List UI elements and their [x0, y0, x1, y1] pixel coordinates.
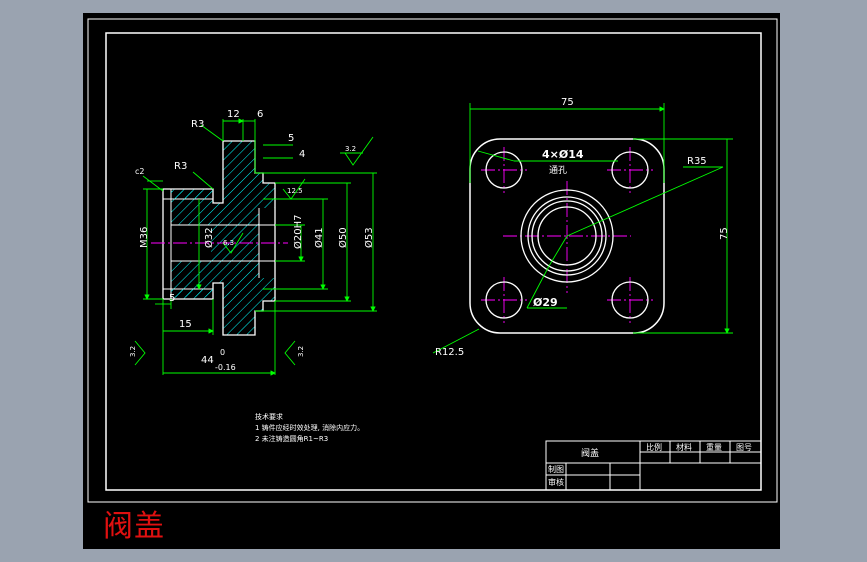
- roughness-6-3: 6.3: [223, 239, 234, 247]
- dim-d29: Ø29: [533, 296, 558, 309]
- dim-d32: Ø32: [203, 227, 215, 248]
- front-view: 75 75 4×Ø14 通孔 R35 Ø29 R12.5: [432, 97, 733, 358]
- dim-44-lower-tol: -0.16: [215, 363, 236, 372]
- notes-line-2: 2 未注铸造圆角R1~R3: [255, 434, 328, 443]
- roughness-3-2-left: 3.2: [129, 346, 137, 357]
- drawing-sheet: 12 6 5 4 R3 R3 c2 M36 Ø32 Ø20H7 Ø41 Ø50 …: [83, 13, 780, 549]
- dim-height-75: 75: [719, 227, 730, 240]
- dim-5-bottom: 5: [169, 293, 175, 304]
- roughness-3-2-right: 3.2: [297, 346, 305, 357]
- title-material: 材料: [676, 442, 692, 452]
- title-part-name: 阀盖: [581, 447, 599, 459]
- dim-r3-mid: R3: [174, 161, 187, 172]
- title-drawn: 制图: [548, 464, 564, 474]
- dim-d20h7: Ø20H7: [292, 215, 304, 249]
- dim-d41: Ø41: [313, 227, 325, 248]
- dim-thru: 通孔: [549, 165, 567, 176]
- notes-heading: 技术要求: [255, 412, 283, 421]
- title-weight: 重量: [706, 442, 722, 452]
- dim-width-75: 75: [561, 97, 574, 108]
- dim-15: 15: [179, 319, 192, 330]
- roughness-3-2-top: 3.2: [345, 145, 356, 153]
- dim-12: 12: [227, 109, 240, 120]
- dim-44-upper-tol: 0: [220, 348, 225, 357]
- dim-5-top: 5: [288, 133, 294, 144]
- title-drawing-no: 图号: [736, 443, 752, 452]
- title-ratio: 比例: [646, 442, 662, 452]
- dim-44: 44: [201, 355, 214, 366]
- dim-c2: c2: [135, 167, 145, 176]
- title-checked: 审核: [548, 477, 564, 487]
- side-view: 12 6 5 4 R3 R3 c2 M36 Ø32 Ø20H7 Ø41 Ø50 …: [129, 109, 377, 376]
- dim-r12-5: R12.5: [435, 347, 464, 358]
- notes-line-1: 1 铸件应经时效处理, 消除内应力。: [255, 423, 364, 432]
- cad-drawing: 12 6 5 4 R3 R3 c2 M36 Ø32 Ø20H7 Ø41 Ø50 …: [87, 18, 778, 503]
- tech-notes: 技术要求 1 铸件应经时效处理, 消除内应力。 2 未注铸造圆角R1~R3: [255, 412, 364, 443]
- dim-4: 4: [299, 149, 305, 160]
- dim-4x14: 4×Ø14: [542, 148, 584, 161]
- dim-d50: Ø50: [337, 227, 349, 248]
- dim-d53: Ø53: [363, 227, 375, 248]
- dim-r3-top: R3: [191, 119, 204, 130]
- dim-r35: R35: [687, 156, 707, 167]
- dim-m36: M36: [139, 227, 150, 248]
- roughness-12-5: 12.5: [287, 187, 303, 195]
- dim-6: 6: [257, 109, 263, 120]
- overlay-title: 阀盖: [103, 509, 165, 544]
- title-block: 阀盖 比例 材料 重量 图号 制图 审核: [545, 440, 762, 491]
